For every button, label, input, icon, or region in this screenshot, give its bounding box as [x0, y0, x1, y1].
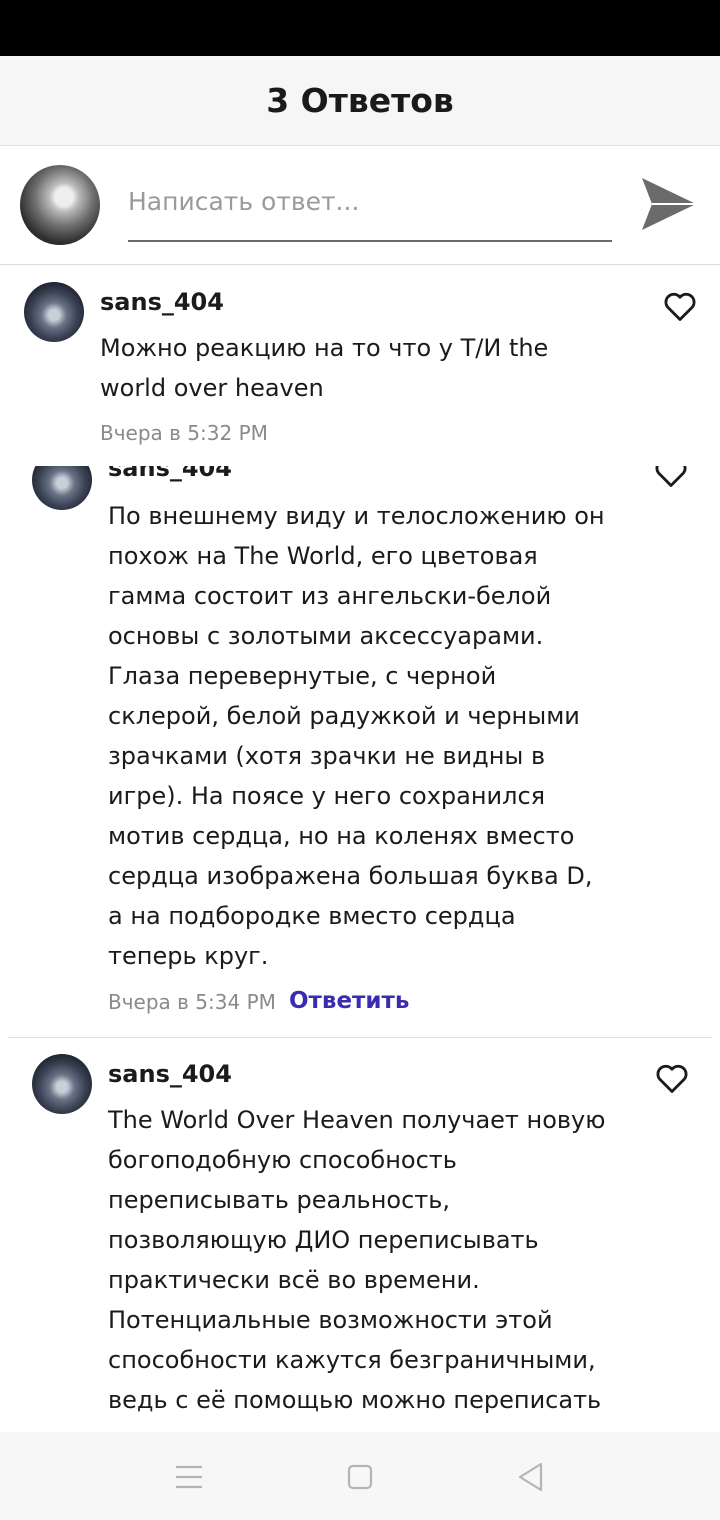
comment-item: sans_404 The World Over Heaven получает … [0, 1040, 720, 1432]
menu-icon[interactable] [172, 1460, 206, 1494]
comment-text: Можно реакцию на то что у Т/И the world … [100, 334, 549, 402]
reply-button[interactable]: Ответить [289, 988, 409, 1014]
comment-item: sans_404 Можно реакцию на то что у Т/И t… [0, 266, 720, 456]
avatar[interactable] [20, 165, 100, 245]
comment-text: The World Over Heaven получает новую бог… [108, 1106, 606, 1414]
avatar[interactable] [32, 1054, 92, 1114]
avatar[interactable] [32, 466, 92, 510]
comment-timestamp: Вчера в 5:32 PM [100, 421, 268, 445]
reply-bar [0, 146, 720, 265]
avatar[interactable] [24, 282, 84, 342]
back-icon[interactable] [514, 1460, 548, 1494]
comment-text: По внешнему виду и телосложению он похож… [108, 502, 605, 970]
send-icon[interactable] [640, 176, 698, 232]
replies-header: 3 Ответов [0, 56, 720, 146]
status-bar [0, 0, 720, 56]
reply-input[interactable] [128, 182, 612, 242]
heart-icon[interactable] [655, 1062, 689, 1094]
page-title: 3 Ответов [266, 81, 454, 120]
heart-icon[interactable] [663, 290, 697, 322]
comment-item: sans_404 По внешнему виду и телосложению… [0, 466, 720, 1036]
comment-username[interactable]: sans_404 [100, 288, 224, 316]
system-nav-bar [0, 1432, 720, 1520]
comment-timestamp: Вчера в 5:34 PM [108, 990, 276, 1014]
comment-username[interactable]: sans_404 [108, 1060, 232, 1088]
home-icon[interactable] [343, 1460, 377, 1494]
comment-username[interactable]: sans_404 [108, 466, 232, 482]
heart-icon[interactable] [654, 466, 688, 488]
divider [8, 1037, 712, 1038]
